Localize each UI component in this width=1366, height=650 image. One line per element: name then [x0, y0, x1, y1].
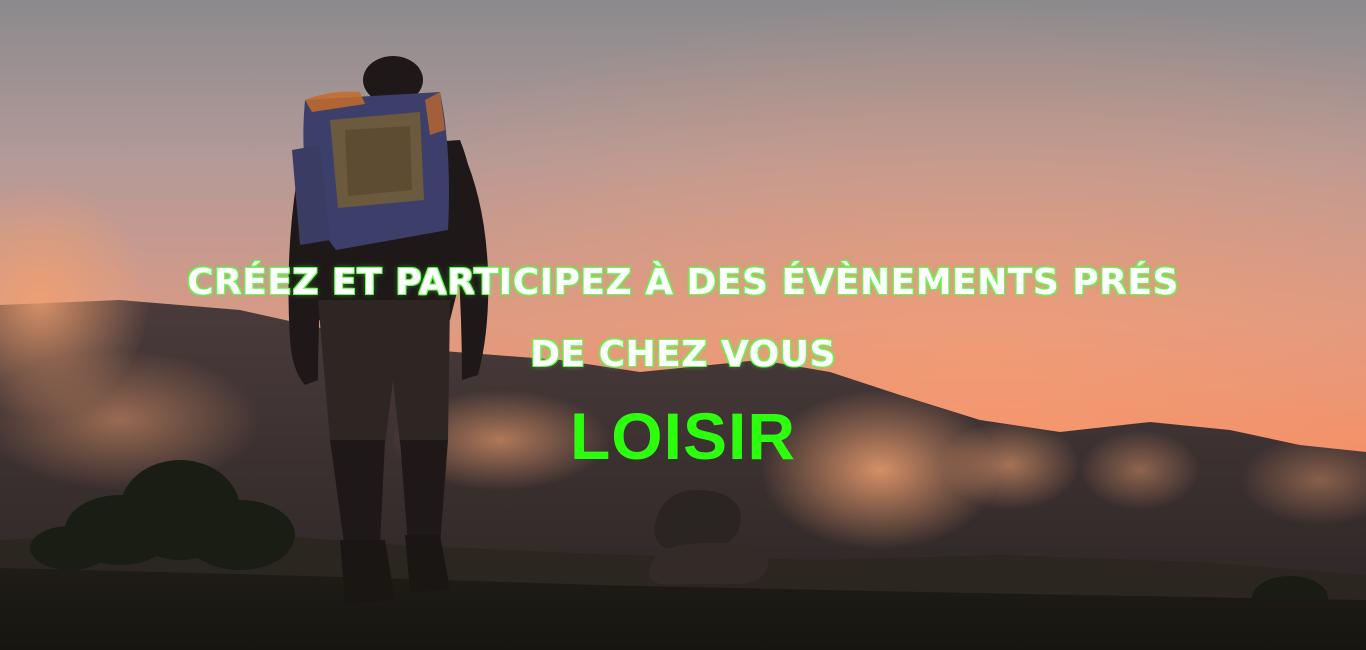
- hero-category-word: LOISIR: [569, 399, 796, 473]
- hero-headline-line-1: CRÉEZ ET PARTICIPEZ À DES ÉVÈNEMENTS PRÉ…: [187, 262, 1179, 303]
- hero-section: CRÉEZ ET PARTICIPEZ À DES ÉVÈNEMENTS PRÉ…: [0, 0, 1366, 650]
- hero-headline-line-2: DE CHEZ VOUS: [530, 334, 836, 375]
- hero-text-block: CRÉEZ ET PARTICIPEZ À DES ÉVÈNEMENTS PRÉ…: [0, 0, 1366, 650]
